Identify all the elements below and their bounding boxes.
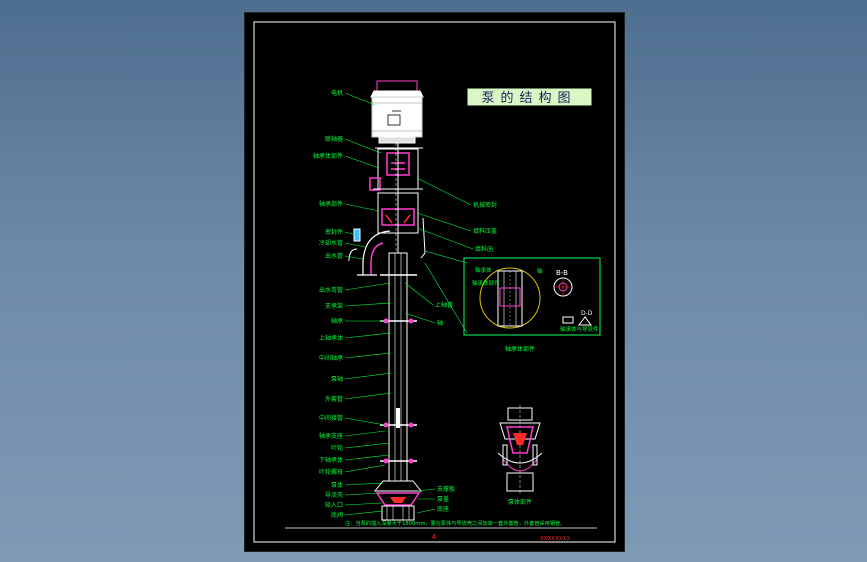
callout-label: 底座 <box>437 505 449 513</box>
callout-label: 出水弯管 <box>319 286 343 294</box>
callout-label: 填料压盖 <box>473 227 497 235</box>
right-callouts: 机械密封 填料压盖 填料函 上轴管 轴 支撑板 泵盖 底座 <box>435 201 497 513</box>
callout-label: 吸入口 <box>325 502 343 509</box>
callout-label: 轴 <box>437 319 443 327</box>
pump-body-secondary-view: 泵体部件 <box>497 405 543 506</box>
detail-callout: 轴承体部件 <box>472 279 500 287</box>
discharge-elbow <box>348 228 391 276</box>
left-callouts: 电机 联轴器 轴承体部件 轴承部件 密封件 冷却水管 出水管 出水弯管 支承架 … <box>313 89 343 519</box>
section-dd-caption: 轴承体与导流件 <box>560 325 599 333</box>
callout-label: 叶轮螺母 <box>319 468 343 476</box>
callout-label: 出水管 <box>325 252 343 260</box>
detail-callout: 轴承体 <box>475 266 492 274</box>
page-number: 4 <box>432 533 437 541</box>
callout-label: 支撑板 <box>437 485 455 493</box>
callout-label: 轴承支座 <box>319 432 343 440</box>
callout-label: 轴承体部件 <box>313 152 343 160</box>
callout-label: 轴承 <box>331 317 343 325</box>
callout-label: 联轴器 <box>325 135 343 143</box>
callout-label: 机械密封 <box>473 201 497 209</box>
pump-column <box>380 252 417 482</box>
pump-structure-drawing: 泵的结构图 电机 联轴器 轴承体部件 轴承部件 密封件 冷却水管 出水管 出水弯… <box>253 21 616 543</box>
drawing-note: 注：当泵的插入深度大于1800mm，要在泵体与导流壳之间加装一套外套管，外套管采… <box>345 519 565 527</box>
detail-callout: 轴 <box>537 267 543 275</box>
bearing-housing <box>369 143 426 259</box>
callout-label: 冷却水管 <box>319 239 343 247</box>
callout-label: 泵盖 <box>437 495 449 503</box>
callout-label: 泵轴 <box>331 375 343 383</box>
callout-label: 中间轴承 <box>319 354 343 362</box>
callout-label: 填料函 <box>475 245 493 253</box>
callout-label: 电机 <box>331 89 343 97</box>
left-leader-lines <box>344 92 392 516</box>
impeller-pump-body <box>373 480 423 521</box>
section-bb-label: B-B <box>556 269 568 277</box>
drawing-sheet: 泵的结构图 电机 联轴器 轴承体部件 轴承部件 密封件 冷却水管 出水管 出水弯… <box>244 12 625 552</box>
drawing-code: XXXXXXXX <box>540 536 570 542</box>
callout-label: 密封件 <box>325 228 343 236</box>
right-leader-lines <box>404 177 474 514</box>
callout-label: 叶轮 <box>331 444 343 452</box>
callout-label: 中间接管 <box>319 414 343 422</box>
drawing-title: 泵的结构图 <box>481 90 576 106</box>
callout-label: 支承架 <box>325 302 343 310</box>
callout-label: 轴承部件 <box>319 200 343 208</box>
callout-label: 外套管 <box>325 395 343 403</box>
callout-label: 导流壳 <box>325 491 343 499</box>
section-dd-label: D-D <box>581 310 593 317</box>
motor <box>370 80 424 144</box>
detail-caption: 轴承体部件 <box>505 345 535 353</box>
callout-label: 上轴承体 <box>319 334 343 342</box>
callout-label: 泵体 <box>331 481 343 489</box>
callout-label: 底阀 <box>331 511 343 519</box>
callout-label: 下轴承体 <box>319 456 343 464</box>
secondary-view-caption: 泵体部件 <box>508 498 532 506</box>
